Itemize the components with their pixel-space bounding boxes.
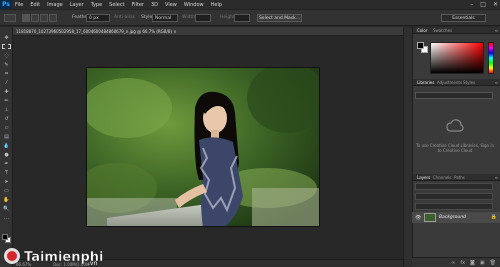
subtract-selection-icon[interactable] <box>40 14 48 22</box>
tab-color[interactable]: Color <box>417 28 427 33</box>
blend-mode-row[interactable] <box>415 193 493 200</box>
photo-portrait <box>87 68 319 226</box>
tab-styles[interactable]: Styles <box>463 80 475 85</box>
pen-tool-icon[interactable]: ✒ <box>2 161 11 167</box>
toolbox: ✥ ◌ ✎ ⌗ ⁄ ✚ ✏ ⊥ ↺ ▱ ▤ 💧 ● ✒ T ➤ ▭ ✋ 🔍 … <box>0 27 13 267</box>
tab-adjustments[interactable]: Adjustments <box>437 80 462 85</box>
menu-view[interactable]: View <box>165 2 177 8</box>
visibility-eye-icon[interactable]: 👁 <box>415 215 421 221</box>
type-tool-icon[interactable]: T <box>2 170 11 176</box>
width-input[interactable] <box>195 14 211 22</box>
menu-3d[interactable]: 3D <box>151 2 158 8</box>
creative-cloud-icon <box>446 119 464 132</box>
libraries-panel-tabs: Libraries Adjustments Styles ≡ <box>413 79 500 86</box>
libraries-message: To use Creative Cloud Libraries, Sign in… <box>415 143 495 153</box>
tab-swatches[interactable]: Swatches <box>433 28 452 33</box>
layer-name: Background <box>439 215 466 220</box>
add-selection-icon[interactable] <box>31 14 39 22</box>
photoshop-logo: Ps <box>0 0 12 9</box>
mask-icon[interactable]: ◙ <box>470 260 475 266</box>
fx-icon[interactable]: fx <box>460 260 465 266</box>
gradient-tool-icon[interactable]: ▤ <box>2 134 11 140</box>
tab-layers[interactable]: Layers <box>417 175 430 180</box>
hand-tool-icon[interactable]: ✋ <box>2 197 11 203</box>
layers-panel-tabs: Layers Channels Paths ≡ <box>413 174 500 181</box>
minimize-icon[interactable]: – <box>470 1 473 8</box>
lasso-tool-icon[interactable]: ◌ <box>2 53 11 59</box>
more-tools-icon[interactable]: … <box>2 215 11 221</box>
eyedropper-tool-icon[interactable]: ⁄ <box>2 80 11 86</box>
menu-help[interactable]: Help <box>211 2 222 8</box>
tab-channels[interactable]: Channels <box>433 175 452 180</box>
hue-slider[interactable] <box>488 42 494 74</box>
crop-tool-icon[interactable]: ⌗ <box>2 71 11 77</box>
history-brush-tool-icon[interactable]: ↺ <box>2 116 11 122</box>
trash-icon[interactable]: 🗑 <box>490 260 496 266</box>
antialias-checkbox[interactable]: Anti-alias <box>114 15 135 20</box>
eraser-tool-icon[interactable]: ▱ <box>2 125 11 131</box>
menu-window[interactable]: Window <box>184 2 204 8</box>
link-layers-icon[interactable]: ∞ <box>451 260 455 266</box>
marquee-tool-preset-button[interactable] <box>4 14 16 22</box>
document-info[interactable]: Doc: 1.00M/1.00M <box>53 262 89 267</box>
panel-dock <box>403 27 412 267</box>
menu-filter[interactable]: Filter <box>132 2 144 8</box>
intersect-selection-icon[interactable] <box>49 14 57 22</box>
color-panel-tabs: Color Swatches ≡ <box>413 27 500 34</box>
document-tab[interactable]: 11818870_10273960502958_17_6004600484860… <box>13 27 403 36</box>
close-icon[interactable]: ✕ <box>493 1 498 8</box>
document-image[interactable] <box>86 67 320 227</box>
brush-tool-icon[interactable]: ✏ <box>2 98 11 104</box>
blur-tool-icon[interactable]: 💧 <box>2 143 11 149</box>
color-picker-field[interactable] <box>430 42 484 74</box>
library-select[interactable] <box>415 92 493 99</box>
feather-input[interactable]: 0 px <box>86 14 110 22</box>
path-selection-tool-icon[interactable]: ➤ <box>2 179 11 185</box>
menu-layer[interactable]: Layer <box>70 2 84 8</box>
layers-footer: ∞ fx ◙ ▣ 🗑 <box>412 257 500 267</box>
window-controls: – □ ✕ <box>470 1 498 8</box>
menu-bar: Ps File Edit Image Layer Type Select Fil… <box>0 0 500 9</box>
clone-stamp-tool-icon[interactable]: ⊥ <box>2 107 11 113</box>
menu-type[interactable]: Type <box>91 2 102 8</box>
menu-image[interactable]: Image <box>47 2 63 8</box>
tab-paths[interactable]: Paths <box>454 175 465 180</box>
select-and-mask-button[interactable]: Select and Mask... <box>257 14 302 22</box>
options-bar: Feather: 0 px Anti-alias Style: Normal W… <box>0 9 500 26</box>
workspace-switcher[interactable]: Essentials <box>441 14 486 22</box>
dodge-tool-icon[interactable]: ● <box>2 152 11 158</box>
maximize-icon[interactable]: □ <box>480 1 486 8</box>
healing-brush-tool-icon[interactable]: ✚ <box>2 89 11 95</box>
status-bar: 66.67% Doc: 1.00M/1.00M <box>13 259 403 267</box>
menu-select[interactable]: Select <box>109 2 124 8</box>
new-layer-icon[interactable]: ▣ <box>480 260 485 266</box>
shape-tool-icon[interactable]: ▭ <box>2 188 11 194</box>
layer-row-background[interactable]: 👁 Background 🔒 <box>412 212 500 223</box>
panel-menu-icon[interactable]: ≡ <box>495 28 498 33</box>
zoom-tool-icon[interactable]: 🔍 <box>2 206 11 212</box>
height-input[interactable] <box>234 14 250 22</box>
lock-icon: 🔒 <box>490 214 497 220</box>
style-select[interactable]: Normal <box>152 14 178 22</box>
menu-edit[interactable]: Edit <box>30 2 40 8</box>
lock-row[interactable] <box>415 203 493 210</box>
panel-menu-icon[interactable]: ≡ <box>495 80 498 85</box>
document-tab-title: 11818870_10273960502958_17_6004600484860… <box>16 29 177 34</box>
layer-thumbnail <box>424 213 436 222</box>
quick-select-tool-icon[interactable]: ✎ <box>2 62 11 68</box>
foreground-color-swatch[interactable] <box>2 234 8 240</box>
menu-file[interactable]: File <box>15 2 23 8</box>
zoom-level[interactable]: 66.67% <box>16 262 31 267</box>
layer-filter-row[interactable] <box>415 183 493 190</box>
panel-foreground-swatch[interactable] <box>417 42 424 49</box>
tab-libraries[interactable]: Libraries <box>417 80 434 85</box>
new-selection-icon[interactable] <box>22 14 30 22</box>
marquee-tool-icon[interactable] <box>2 44 11 49</box>
move-tool-icon[interactable]: ✥ <box>2 35 11 41</box>
panel-menu-icon[interactable]: ≡ <box>495 175 498 180</box>
